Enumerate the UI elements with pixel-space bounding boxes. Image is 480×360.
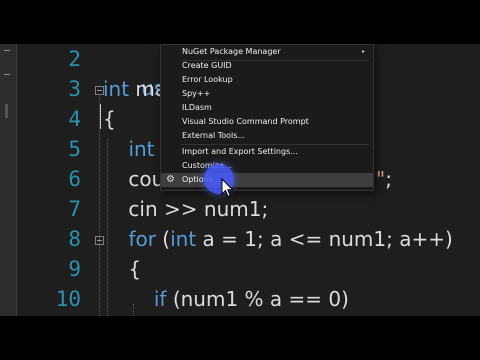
panel-mark (4, 50, 10, 51)
panel-mark (4, 74, 10, 75)
line-number: 6 (68, 167, 81, 191)
menu-item-import-export-settings[interactable]: Import and Export Settings... (161, 145, 373, 159)
menu-item-customize[interactable]: Customize... (161, 159, 373, 173)
indent-guide (107, 139, 108, 316)
line-number: 4 (68, 107, 81, 131)
menu-item-label: Spy++ (182, 89, 211, 98)
line-number: 8 (68, 227, 81, 251)
code-line: 8 for (int a = 1; a <= num1; a++) (17, 225, 480, 254)
line-number: 3 (68, 77, 81, 101)
menu-item-label: External Tools... (182, 131, 246, 140)
solution-explorer-strip[interactable] (0, 44, 17, 316)
menu-item-label: NuGet Package Manager (182, 47, 281, 56)
menu-item-error-lookup[interactable]: Error Lookup (161, 73, 373, 87)
code-token: ; (385, 167, 392, 191)
code-token: cin >> num1; (103, 197, 269, 221)
line-number: 5 (68, 137, 81, 161)
bottom-letterbox (0, 316, 480, 360)
menu-item-label: ILDasm (182, 103, 212, 112)
code-token: { (103, 257, 142, 281)
menu-item-label: Import and Export Settings... (182, 147, 298, 156)
code-line: 7 cin >> num1; (17, 195, 480, 224)
menu-item-label: Visual Studio Command Prompt (182, 117, 309, 126)
text-caret (100, 104, 101, 129)
tools-menu: NuGet Package Manager ▸ Create GUID Erro… (160, 44, 374, 191)
menu-item-nuget-package-manager[interactable]: NuGet Package Manager ▸ (161, 45, 373, 59)
menu-item-vs-command-prompt[interactable]: Visual Studio Command Prompt (161, 115, 373, 129)
code-text[interactable]: int ma (103, 75, 167, 104)
code-line: 10 if (num1 % a == 0) (17, 285, 480, 314)
code-token: int (103, 77, 130, 101)
line-number: 7 (68, 197, 81, 221)
code-line: 9 { (17, 255, 480, 284)
line-number: 9 (68, 257, 81, 281)
panel-tab[interactable] (5, 104, 8, 118)
code-text[interactable]: { (103, 255, 141, 284)
code-token: cou (103, 167, 165, 191)
code-token: (num1 % a == 0) (166, 287, 349, 311)
menu-item-external-tools[interactable]: External Tools... (161, 129, 373, 143)
code-token: if (153, 287, 167, 311)
code-text[interactable]: for (int a = 1; a <= num1; a++) (103, 225, 453, 254)
menu-item-label: Error Lookup (182, 75, 233, 84)
menu-item-spy-plus-plus[interactable]: Spy++ (161, 87, 373, 101)
mouse-pointer-icon (221, 178, 234, 198)
code-text[interactable]: cin >> num1; (103, 195, 268, 224)
code-text[interactable]: if (num1 % a == 0) (103, 285, 349, 314)
code-text[interactable]: int (103, 135, 155, 164)
menu-item-ildasm[interactable]: ILDasm (161, 101, 373, 115)
code-token: int (128, 137, 155, 161)
line-number: 2 (68, 47, 81, 71)
menu-item-create-guid[interactable]: Create GUID (161, 59, 373, 73)
code-text[interactable]: { (103, 105, 116, 134)
submenu-arrow-icon: ▸ (361, 48, 365, 55)
line-number: 10 (55, 287, 81, 311)
code-token: ( (155, 227, 171, 251)
top-letterbox (0, 0, 480, 44)
code-token: a = 1; a <= num1; a++) (196, 227, 453, 251)
code-token: for (128, 227, 156, 251)
indent-guide (133, 304, 134, 316)
menu-item-options[interactable]: ⚙ Options... (161, 173, 373, 187)
gear-icon: ⚙ (166, 174, 175, 185)
menu-item-label: Create GUID (182, 61, 232, 70)
code-token: { (103, 107, 116, 131)
code-token: int (170, 227, 197, 251)
